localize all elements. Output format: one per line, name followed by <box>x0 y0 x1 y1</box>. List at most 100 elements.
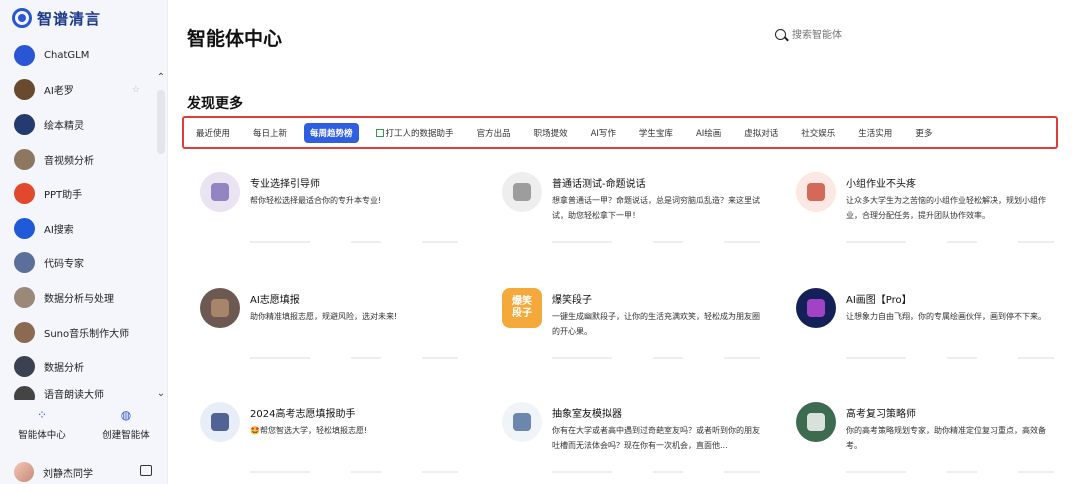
sidebar-item[interactable]: AI老罗 ☆ <box>0 73 156 108</box>
agent-thumbnail <box>200 172 240 212</box>
tab-1[interactable]: 每日上新 <box>247 123 293 143</box>
sidebar-item[interactable]: Suno音乐制作大师 <box>0 315 156 350</box>
collapse-sidebar-icon[interactable] <box>140 465 152 476</box>
avatar-suno <box>14 321 35 343</box>
user-avatar <box>14 462 34 482</box>
agent-title: 爆笑段子 <box>552 295 592 306</box>
scroll-down-arrow-icon[interactable]: ⌄ <box>155 388 167 399</box>
tab-label: 更多 <box>915 128 933 139</box>
chart-icon <box>375 128 384 137</box>
avatar-huiben <box>14 113 35 135</box>
agent-card[interactable]: 爆笑段子 爆笑段子 一键生成幽默段子，让你的生活充满欢笑，轻松成为朋友圈的开心果。 <box>489 288 760 388</box>
meta-placeholder <box>250 357 310 359</box>
meta-placeholder <box>351 357 381 359</box>
tab-10[interactable]: 社交娱乐 <box>795 123 841 143</box>
agent-card[interactable]: 普通话测试-命题说话 想拿普通话一甲？命题说话，总是词穷脑瓜乱造？来这里试试，助您… <box>489 172 760 272</box>
thumbnail-mark <box>211 413 229 431</box>
search-icon[interactable] <box>775 29 786 40</box>
agent-meta-row <box>250 471 458 479</box>
create-agent-button[interactable]: ◍ 创建智能体 <box>84 408 168 448</box>
agent-card[interactable]: AI画图【Pro】让想象力自由飞翔，你的专属绘画伙伴，画到停不下来。 <box>783 288 1054 388</box>
search-input[interactable] <box>792 27 912 43</box>
brand-logo[interactable]: 智谱清言 <box>12 7 101 29</box>
sidebar-item[interactable]: 音视频分析 <box>0 142 156 177</box>
agent-title: AI志愿填报 <box>250 295 300 306</box>
agent-title: 高考复习策略师 <box>846 409 916 420</box>
thumbnail-mark <box>211 183 229 201</box>
tab-label: 打工人的数据助手 <box>385 128 454 139</box>
tab-11[interactable]: 生活实用 <box>852 123 898 143</box>
agent-description: 让众多大学生为之苦恼的小组作业轻松解决，规划小组作业，合理分配任务，提升团队协作… <box>846 196 1046 220</box>
sidebar-item[interactable]: PPT助手 <box>0 176 156 211</box>
ppt-icon <box>14 183 35 205</box>
agent-description: 让想象力自由飞翔，你的专属绘画伙伴，画到停不下来。 <box>846 312 1046 321</box>
tab-4[interactable]: 官方出品 <box>471 123 517 143</box>
user-profile[interactable]: 刘静杰同学 <box>14 462 152 482</box>
agent-meta-row <box>846 357 1054 365</box>
scroll-up-arrow-icon[interactable]: ⌃ <box>155 72 167 83</box>
agent-meta-row <box>552 471 760 479</box>
thumbnail-mark <box>211 299 229 317</box>
agent-card[interactable]: 专业选择引导师 帮你轻松选择最适合你的专升本专业! <box>187 172 458 272</box>
tab-label: AI绘画 <box>695 128 722 139</box>
meta-placeholder <box>250 471 310 473</box>
agent-card[interactable]: AI志愿填报 助你精准填报志愿，规避风险，选对未来! <box>187 288 458 388</box>
agent-card[interactable]: 小组作业不头疼让众多大学生为之苦恼的小组作业轻松解决，规划小组作业，合理分配任务… <box>783 172 1054 272</box>
tab-0[interactable]: 最近使用 <box>190 123 236 143</box>
sidebar-item[interactable]: 代码专家 <box>0 246 156 281</box>
sidebar-item[interactable]: ChatGLM <box>0 38 156 73</box>
agent-meta-row <box>846 471 1054 479</box>
tab-label: 每周趋势榜 <box>310 128 353 139</box>
page-title: 智能体中心 <box>187 28 283 50</box>
sidebar-agent-list: ChatGLM AI老罗 ☆ 绘本精灵音视频分析 PPT助手 AI搜索代码专家数据分析与处… <box>0 38 156 400</box>
agent-card[interactable]: 2024高考志愿填报助手 🤩帮您智选大学，轻松填报志愿! <box>187 402 458 484</box>
meta-placeholder <box>552 471 612 473</box>
sidebar-item[interactable]: 数据分析与处理 <box>0 280 156 315</box>
thumbnail-mark <box>513 183 531 201</box>
agent-thumbnail <box>796 288 836 328</box>
avatar-ailuo <box>14 79 35 101</box>
tab-label: 虚拟对话 <box>744 128 779 139</box>
tab-5[interactable]: 职场提效 <box>528 123 574 143</box>
sidebar-item[interactable]: AI搜索 <box>0 211 156 246</box>
tab-9[interactable]: 虚拟对话 <box>738 123 784 143</box>
thumbnail-mark <box>807 183 825 201</box>
sidebar-scrollbar[interactable] <box>157 90 165 154</box>
meta-placeholder <box>653 357 683 359</box>
sidebar-item-label: AI搜索 <box>44 224 74 236</box>
agent-title: 小组作业不头疼 <box>846 179 916 190</box>
agent-meta-row <box>552 241 760 249</box>
thumbnail-mark <box>807 299 825 317</box>
pin-star-icon[interactable]: ☆ <box>132 85 140 95</box>
avatar-data-processing <box>14 286 35 308</box>
tab-8[interactable]: AI绘画 <box>690 123 727 143</box>
agent-title: AI画图【Pro】 <box>846 295 912 306</box>
meta-placeholder <box>552 357 612 359</box>
tab-6[interactable]: AI写作 <box>585 123 622 143</box>
tab-3[interactable]: 打工人的数据助手 <box>370 123 460 143</box>
sidebar-item[interactable]: 语音朗读大师 <box>0 384 156 400</box>
panda-icon <box>14 385 35 400</box>
agent-thumbnail <box>796 172 836 212</box>
tab-7[interactable]: 学生宝库 <box>633 123 679 143</box>
tab-12[interactable]: 更多 <box>909 123 938 143</box>
sidebar-item-label: ChatGLM <box>44 49 90 61</box>
tab-2[interactable]: 每周趋势榜 <box>304 122 359 143</box>
category-tabs: 最近使用 每日上新 每周趋势榜 打工人的数据助手 官方出品 职场提效 AI写作 学生宝库 AI绘… <box>182 116 1058 149</box>
sidebar-item-label: 数据分析与处理 <box>44 293 114 305</box>
agent-thumbnail <box>502 172 542 212</box>
avatar-av-analysis <box>14 148 35 170</box>
agent-meta-row <box>250 241 458 249</box>
agent-center-button[interactable]: ⁘ 智能体中心 <box>0 408 84 448</box>
meta-placeholder <box>947 357 977 359</box>
agent-title: 2024高考志愿填报助手 <box>250 409 356 420</box>
agent-card[interactable]: 高考复习策略师 你的高考策略规划专家，助你精准定位复习重点，高效备考。 <box>783 402 1054 484</box>
meta-placeholder <box>552 241 612 243</box>
agent-center-label: 智能体中心 <box>18 430 66 441</box>
meta-placeholder <box>250 241 310 243</box>
sidebar-item[interactable]: 绘本精灵 <box>0 107 156 142</box>
sidebar-item-label: 数据分析 <box>44 363 84 375</box>
sidebar-item-label: 绘本精灵 <box>44 120 84 132</box>
agent-card[interactable]: 抽象室友模拟器 你有在大学或者高中遇到过奇葩室友吗？或者听到你的朋友吐槽而无法体会… <box>489 402 760 484</box>
sidebar-item[interactable]: 数据分析 <box>0 349 156 384</box>
